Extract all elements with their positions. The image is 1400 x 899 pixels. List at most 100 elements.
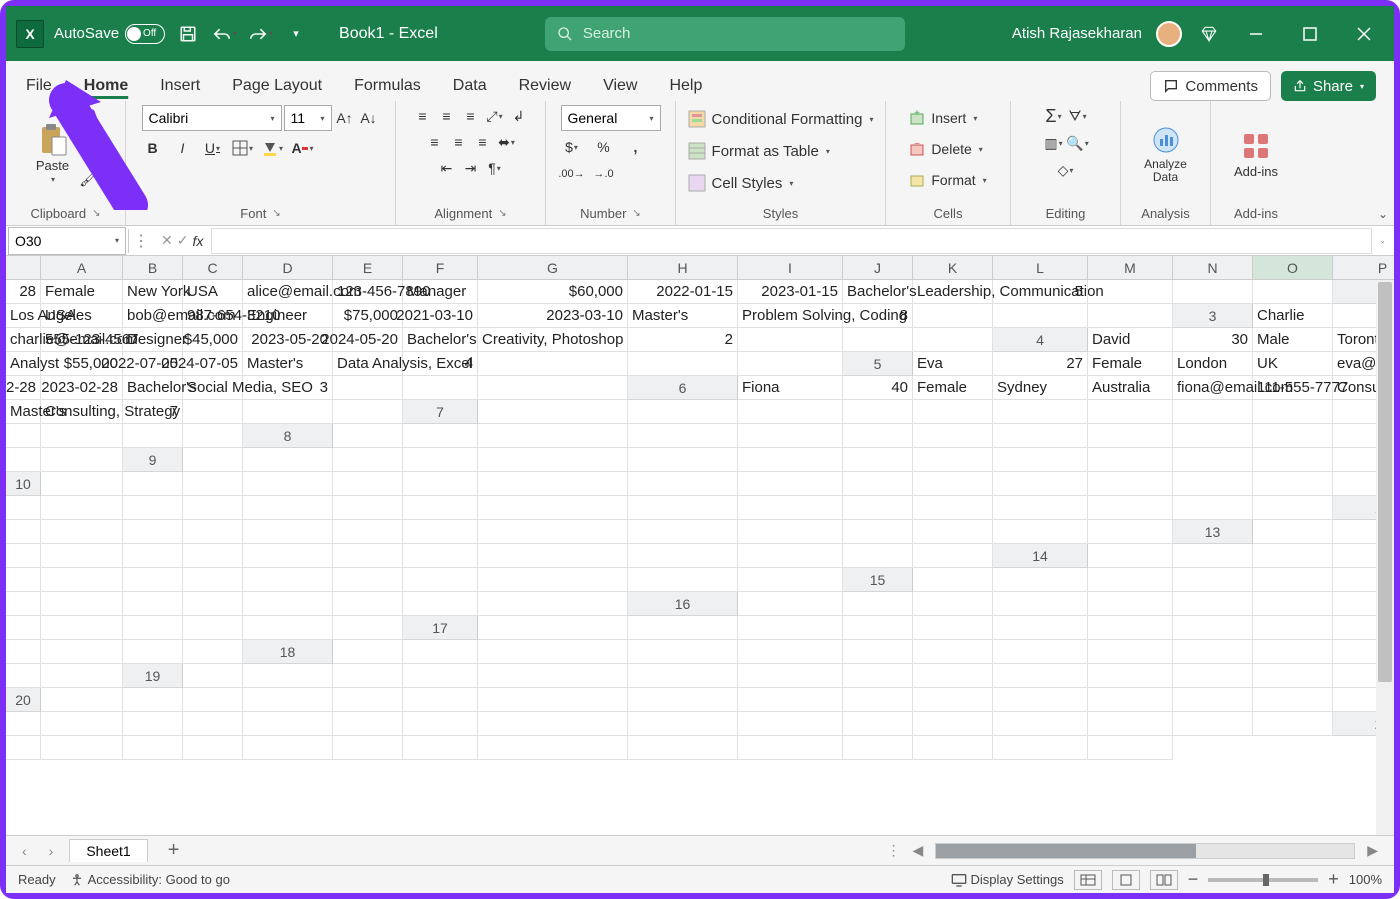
cell[interactable]: [628, 544, 738, 568]
format-as-table-button[interactable]: Format as Table▾: [688, 137, 830, 165]
cell[interactable]: [478, 352, 628, 376]
cell[interactable]: David: [1088, 328, 1173, 352]
row-header[interactable]: 9: [123, 448, 183, 472]
cell[interactable]: [628, 448, 738, 472]
cell[interactable]: [478, 712, 628, 736]
cell[interactable]: [1173, 424, 1253, 448]
conditional-formatting-button[interactable]: Conditional Formatting▾: [688, 105, 874, 133]
align-bottom-icon[interactable]: ≡: [460, 105, 482, 127]
cell[interactable]: [333, 568, 403, 592]
cell[interactable]: [243, 520, 333, 544]
cell[interactable]: Master's: [243, 352, 333, 376]
cell[interactable]: [333, 424, 403, 448]
cell[interactable]: [913, 472, 993, 496]
cell[interactable]: [1173, 472, 1253, 496]
display-settings-button[interactable]: Display Settings: [951, 872, 1064, 887]
increase-indent-icon[interactable]: ⇥: [460, 157, 482, 179]
cell[interactable]: [913, 640, 993, 664]
cell[interactable]: [738, 592, 843, 616]
hscroll-left-icon[interactable]: ◀: [906, 840, 929, 861]
cell[interactable]: [333, 712, 403, 736]
align-left-icon[interactable]: ≡: [424, 131, 446, 153]
column-header[interactable]: P: [1333, 256, 1394, 280]
cell[interactable]: [993, 448, 1088, 472]
cell[interactable]: [738, 712, 843, 736]
cell[interactable]: fiona@email.com: [1173, 376, 1253, 400]
cell[interactable]: [333, 616, 403, 640]
cell[interactable]: USA: [41, 304, 123, 328]
cell[interactable]: 111-555-7777: [1253, 376, 1333, 400]
cell[interactable]: [1253, 568, 1333, 592]
cell[interactable]: London: [1173, 352, 1253, 376]
cell[interactable]: [243, 400, 333, 424]
cell[interactable]: [41, 712, 123, 736]
column-header[interactable]: E: [333, 256, 403, 280]
cell[interactable]: [738, 688, 843, 712]
cell[interactable]: [123, 712, 183, 736]
cell[interactable]: [1088, 568, 1173, 592]
cell[interactable]: [333, 400, 403, 424]
clear-icon[interactable]: ◇▾: [1055, 159, 1077, 181]
cell[interactable]: [993, 640, 1088, 664]
cell[interactable]: [1088, 424, 1173, 448]
tab-home[interactable]: Home: [82, 71, 130, 101]
row-header[interactable]: 19: [123, 664, 183, 688]
cell[interactable]: [843, 616, 913, 640]
cell[interactable]: Male: [1253, 328, 1333, 352]
cell[interactable]: [1088, 520, 1173, 544]
cell[interactable]: [6, 616, 41, 640]
find-select-icon[interactable]: 🔍▾: [1067, 132, 1089, 154]
cell[interactable]: [123, 472, 183, 496]
cell[interactable]: [1253, 448, 1333, 472]
cell[interactable]: Los Angeles: [6, 304, 41, 328]
font-color-icon[interactable]: A▾: [292, 137, 314, 159]
cell[interactable]: 2022-02-28: [6, 376, 41, 400]
page-break-view-icon[interactable]: [1150, 870, 1178, 890]
cell[interactable]: [243, 472, 333, 496]
minimize-button[interactable]: [1236, 14, 1276, 54]
cell[interactable]: [913, 664, 993, 688]
cell[interactable]: [6, 544, 41, 568]
cell[interactable]: [478, 640, 628, 664]
cell[interactable]: [1088, 496, 1173, 520]
user-name[interactable]: Atish Rajasekharan: [1012, 25, 1142, 42]
cell[interactable]: [403, 472, 478, 496]
row-header[interactable]: 14: [993, 544, 1088, 568]
expand-formula-icon[interactable]: ⌄: [1379, 236, 1394, 245]
cancel-formula-icon[interactable]: ✕: [161, 232, 173, 249]
cell[interactable]: [41, 448, 123, 472]
cell[interactable]: [123, 640, 183, 664]
tab-help[interactable]: Help: [667, 71, 704, 101]
format-painter-icon[interactable]: 🖌: [77, 168, 99, 190]
cell[interactable]: Australia: [1088, 376, 1173, 400]
fill-color-icon[interactable]: ▾: [262, 137, 284, 159]
cell[interactable]: [1173, 688, 1253, 712]
cell[interactable]: $45,000: [183, 328, 243, 352]
insert-cells-button[interactable]: +Insert▾: [909, 105, 977, 131]
cell[interactable]: [1253, 472, 1333, 496]
cell[interactable]: [1173, 496, 1253, 520]
cell[interactable]: [1253, 520, 1333, 544]
cell[interactable]: New York: [123, 280, 183, 304]
cell[interactable]: [123, 424, 183, 448]
cell[interactable]: [913, 520, 993, 544]
cell[interactable]: [843, 712, 913, 736]
cell[interactable]: [243, 544, 333, 568]
cell[interactable]: [403, 376, 478, 400]
cell[interactable]: [1253, 664, 1333, 688]
cell[interactable]: [993, 424, 1088, 448]
cell[interactable]: [913, 592, 993, 616]
cell[interactable]: [628, 424, 738, 448]
cell[interactable]: [1088, 688, 1173, 712]
cell[interactable]: [183, 616, 243, 640]
orientation-icon[interactable]: ⤢▾: [484, 105, 506, 127]
cell[interactable]: [41, 688, 123, 712]
cell[interactable]: [183, 424, 243, 448]
cell[interactable]: [628, 664, 738, 688]
cell[interactable]: [843, 400, 913, 424]
cell[interactable]: [738, 544, 843, 568]
cell[interactable]: 3: [243, 376, 333, 400]
cell[interactable]: [6, 568, 41, 592]
cell[interactable]: [843, 448, 913, 472]
cell[interactable]: [1173, 640, 1253, 664]
